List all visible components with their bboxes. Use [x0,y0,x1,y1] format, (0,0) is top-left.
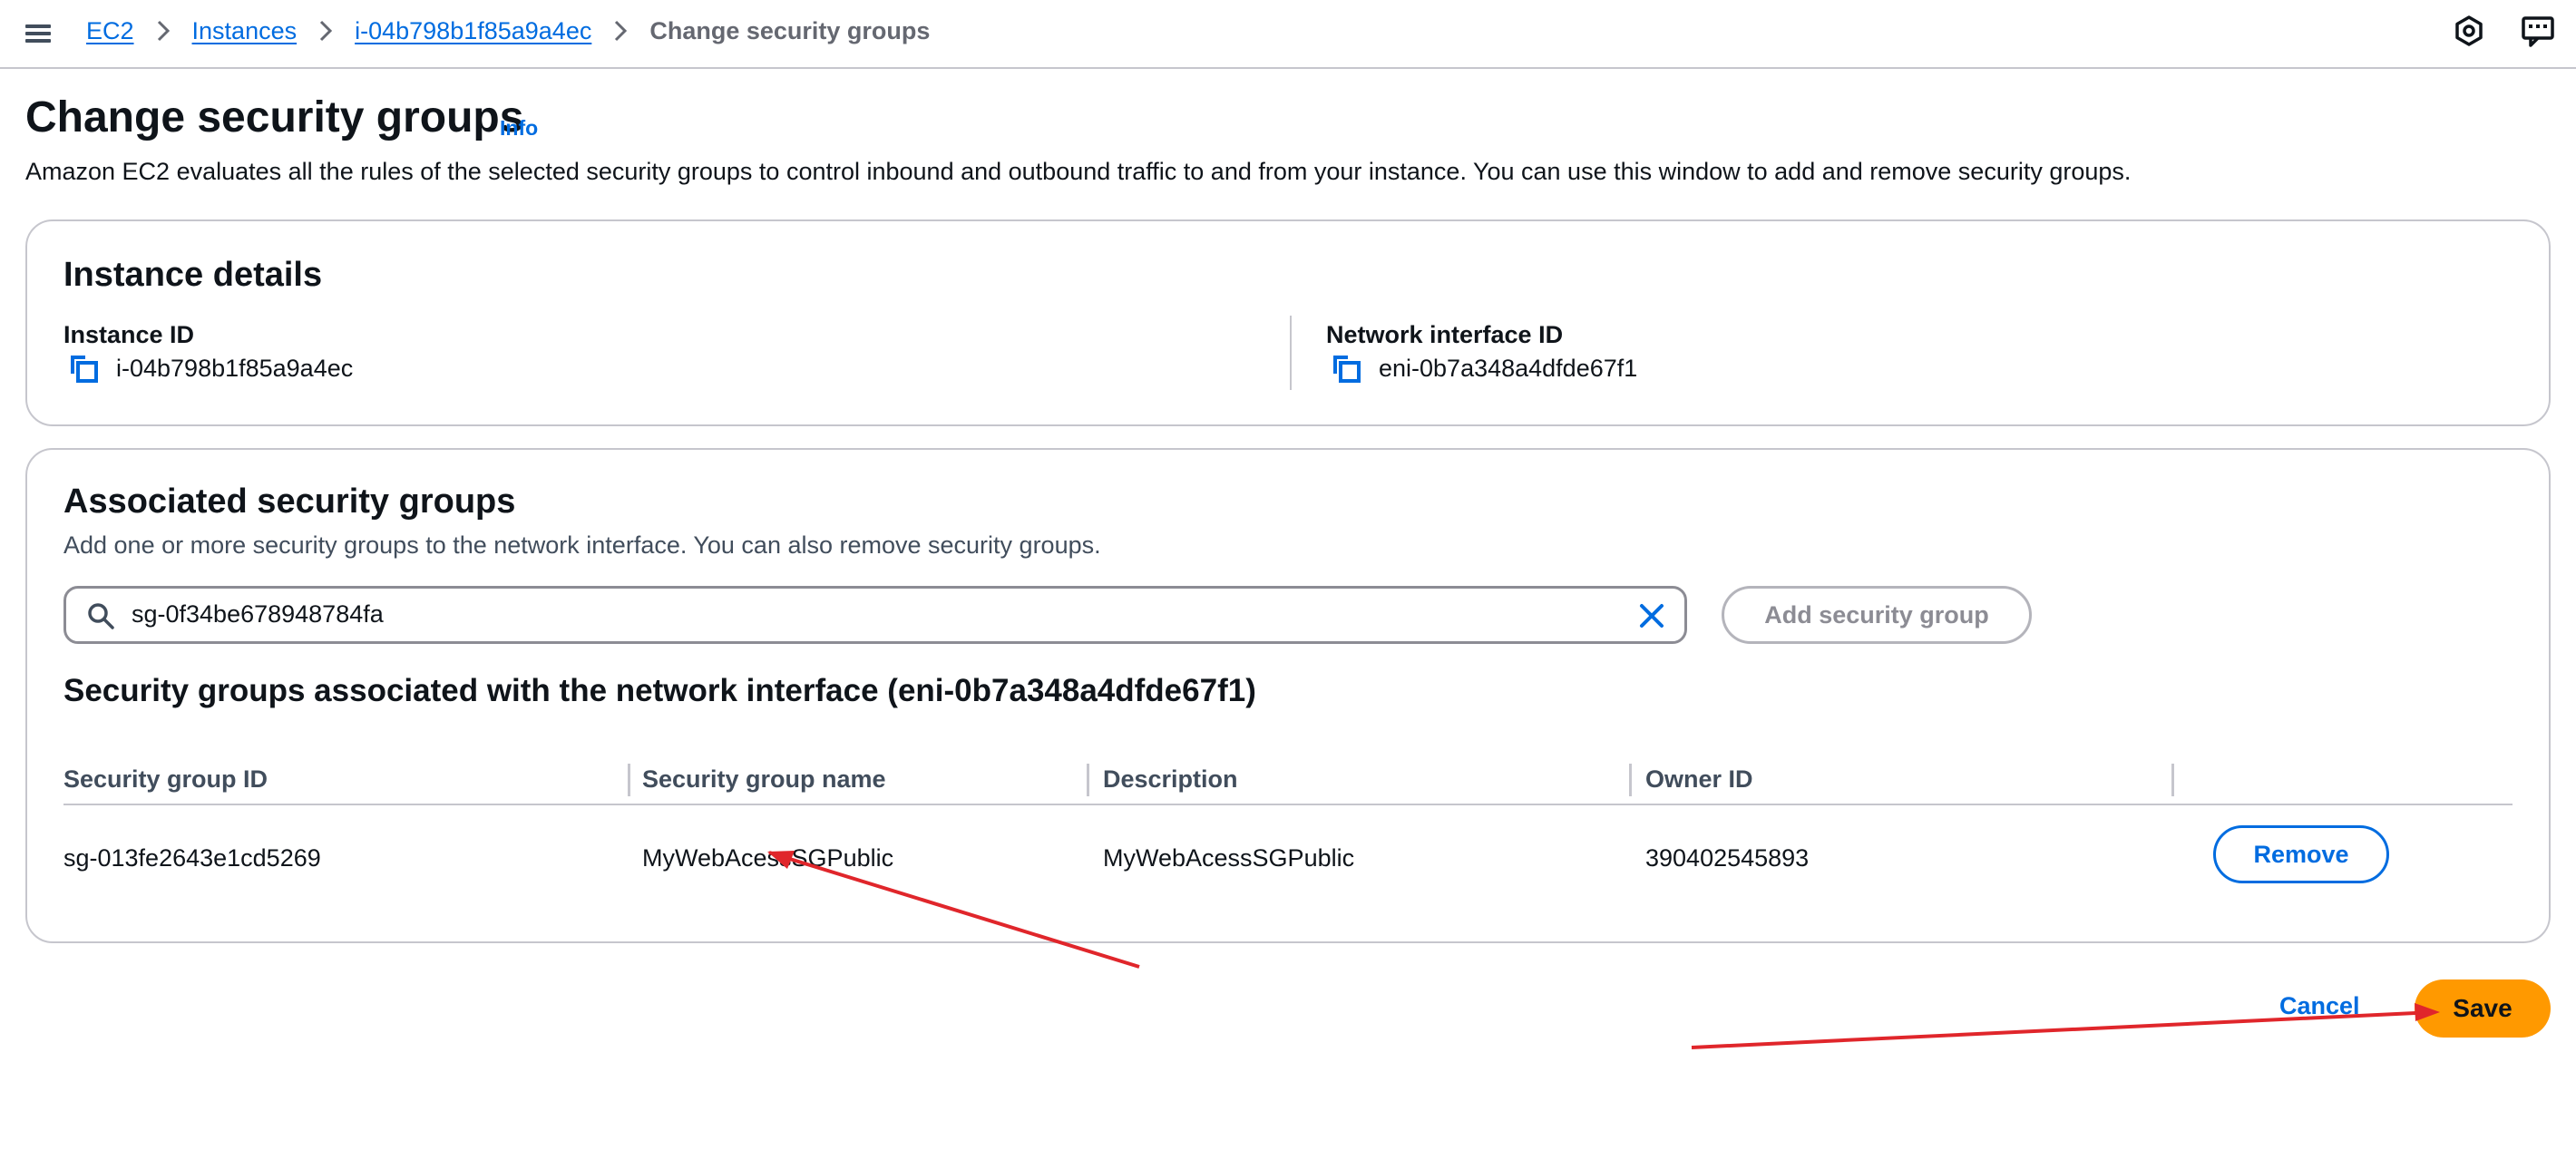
column-resizer[interactable] [1087,764,1089,796]
column-divider [1290,316,1292,390]
clear-x-icon[interactable] [1635,599,1668,632]
breadcrumb-instance-id[interactable]: i-04b798b1f85a9a4ec [355,17,591,45]
remove-button[interactable]: Remove [2213,825,2389,883]
security-group-search-input[interactable]: sg-0f34be678948784fa [63,586,1687,644]
instance-details-title: Instance details [63,256,323,294]
sg-table-header: Security group ID Security group name De… [63,755,2513,805]
cancel-button[interactable]: Cancel [2279,992,2360,1020]
copy-icon[interactable] [67,352,100,385]
sg-table-title: Security groups associated with the netw… [63,673,1256,708]
column-header-sg-id[interactable]: Security group ID [63,755,268,804]
cell-sg-name: MyWebAcessSGPublic [642,843,894,872]
search-icon [88,603,114,629]
chevron-right-icon [318,19,333,43]
hamburger-menu-icon[interactable] [24,18,54,49]
info-link[interactable]: Info [500,116,538,141]
settings-hex-icon[interactable] [2451,13,2487,49]
associated-security-groups-card: Associated security groups Add one or mo… [25,448,2551,943]
chevron-right-icon [156,19,171,43]
column-resizer[interactable] [628,764,630,796]
instance-details-card: Instance details Instance ID i-04b798b1f… [25,219,2551,426]
column-resizer[interactable] [2171,764,2174,796]
save-button[interactable]: Save [2415,979,2551,1038]
cell-sg-id: sg-013fe2643e1cd5269 [63,843,321,872]
chevron-right-icon [613,19,628,43]
top-navigation-bar: EC2 Instances i-04b798b1f85a9a4ec Change… [0,0,2576,69]
page-title: Change security groups [25,93,524,141]
cell-owner-id: 390402545893 [1645,843,1810,872]
column-header-sg-name[interactable]: Security group name [642,755,886,804]
table-row: sg-013fe2643e1cd5269 MyWebAcessSGPublic … [63,807,2513,909]
breadcrumb-current: Change security groups [649,16,931,44]
breadcrumb-ec2[interactable]: EC2 [86,17,134,45]
breadcrumb-instances[interactable]: Instances [192,17,298,45]
add-security-group-button[interactable]: Add security group [1722,586,2032,644]
search-input-value[interactable]: sg-0f34be678948784fa [132,600,384,629]
instance-id-value: i-04b798b1f85a9a4ec [67,352,353,385]
column-header-owner-id[interactable]: Owner ID [1645,755,1753,804]
eni-id-value: eni-0b7a348a4dfde67f1 [1330,352,1637,385]
eni-id-text: eni-0b7a348a4dfde67f1 [1379,354,1638,382]
column-resizer[interactable] [1629,764,1632,796]
copy-icon[interactable] [1330,352,1362,385]
breadcrumb: EC2 Instances i-04b798b1f85a9a4ec Change… [86,0,930,62]
instance-id-label: Instance ID [63,321,195,348]
instance-id-text: i-04b798b1f85a9a4ec [116,354,354,382]
page-description: Amazon EC2 evaluates all the rules of th… [25,158,2132,185]
eni-id-label: Network interface ID [1326,321,1564,348]
cell-description: MyWebAcessSGPublic [1103,843,1355,872]
associated-sg-description: Add one or more security groups to the n… [63,531,1101,559]
associated-sg-title: Associated security groups [63,482,516,521]
feedback-icon[interactable] [2520,13,2556,49]
column-header-description[interactable]: Description [1103,755,1238,804]
